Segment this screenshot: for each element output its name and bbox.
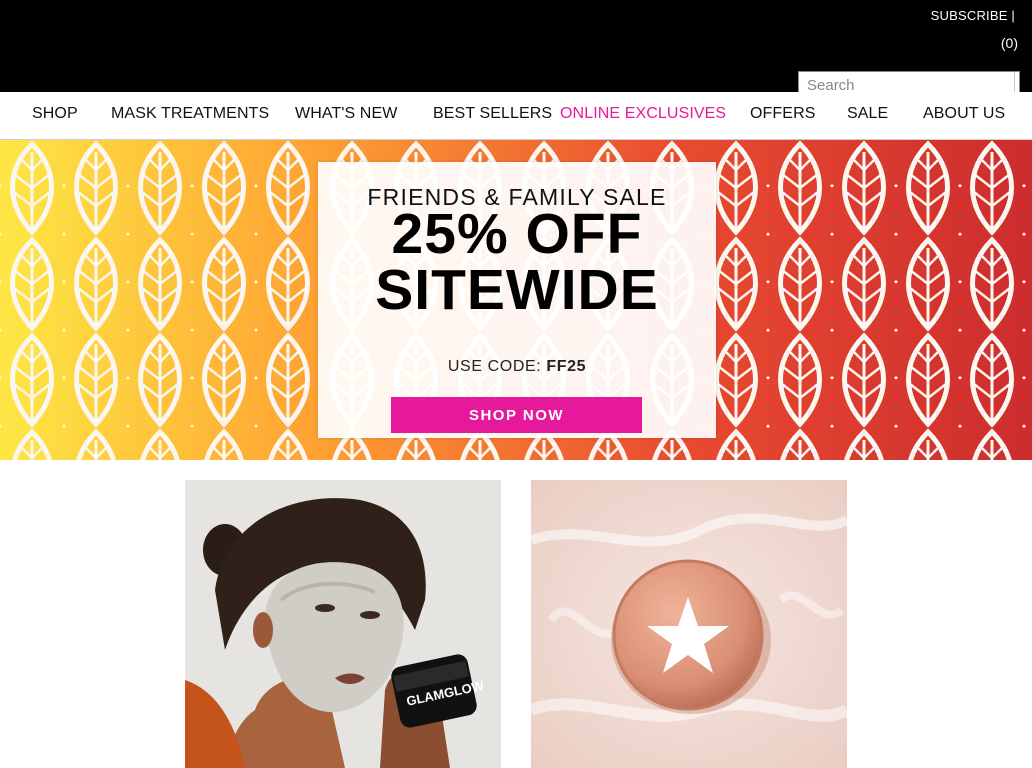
subscribe-link[interactable]: SUBSCRIBE | (931, 8, 1015, 23)
nav-item-whats-new[interactable]: WHAT'S NEW (295, 105, 397, 123)
star-compact-image (531, 480, 847, 768)
product-tile-mask-model[interactable]: GLAMGLOW (185, 480, 501, 768)
promo-headline: 25% OFF SITEWIDE (318, 202, 716, 322)
product-tile-star-compact[interactable] (531, 480, 847, 768)
top-header: SUBSCRIBE | (0) (0, 0, 1032, 100)
nav-item-sale[interactable]: SALE (847, 105, 888, 123)
promo-code: USE CODE: FF25 (318, 358, 716, 376)
promo-code-label: USE CODE: (447, 358, 542, 375)
nav-item-offers[interactable]: OFFERS (750, 105, 816, 123)
shop-now-button[interactable]: SHOP NOW (391, 397, 642, 433)
hero-banner[interactable]: FRIENDS & FAMILY SALE 25% OFF SITEWIDE U… (0, 140, 1032, 460)
cart-count-link[interactable]: (0) (1001, 35, 1018, 51)
nav-item-online-exclusives[interactable]: ONLINE EXCLUSIVES (560, 105, 726, 123)
model-with-clay-mask-image: GLAMGLOW (185, 480, 501, 768)
nav-item-mask-treatments[interactable]: MASK TREATMENTS (111, 105, 269, 123)
nav-item-about-us[interactable]: ABOUT US (923, 105, 1005, 123)
nav-item-best-sellers[interactable]: BEST SELLERS (433, 105, 552, 123)
promo-card: FRIENDS & FAMILY SALE 25% OFF SITEWIDE U… (318, 162, 716, 438)
nav-item-shop[interactable]: SHOP (32, 105, 78, 123)
promo-headline-line2: SITEWIDE (375, 258, 659, 322)
main-nav: SHOP MASK TREATMENTS WHAT'S NEW BEST SEL… (0, 92, 1032, 140)
promo-code-value: FF25 (546, 358, 587, 375)
promo-headline-line1: 25% OFF (391, 202, 643, 266)
